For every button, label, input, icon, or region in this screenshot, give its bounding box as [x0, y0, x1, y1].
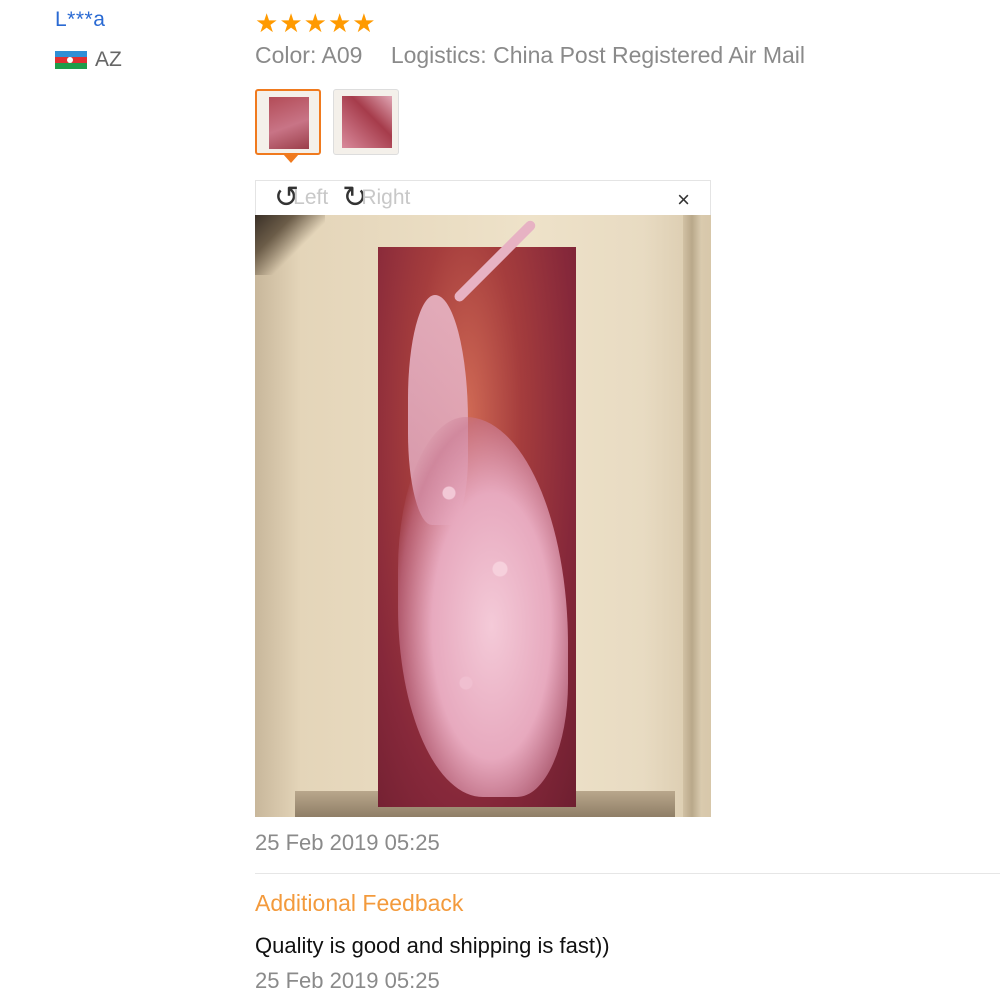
- logistics-label: Logistics:: [390, 42, 487, 68]
- photo-viewer: ↺ Left ↻ Right ×: [255, 180, 711, 817]
- star-icon: ★: [352, 8, 376, 38]
- color-value: A09: [321, 42, 363, 68]
- star-rating: ★ ★ ★ ★ ★: [255, 10, 1000, 36]
- star-icon: ★: [327, 8, 352, 38]
- star-icon: ★: [279, 8, 303, 38]
- divider: [255, 873, 1000, 874]
- rotate-left-label: Left: [293, 186, 329, 209]
- star-icon: ★: [255, 8, 279, 38]
- reviewer-country: AZ: [55, 48, 122, 72]
- reviewer-info: L***a AZ: [55, 8, 122, 72]
- rotate-right-label: Right: [361, 186, 411, 209]
- rotate-left-button[interactable]: ↺ Left: [274, 183, 328, 213]
- photo-thumbnails: [255, 89, 1000, 163]
- logistics-value: China Post Registered Air Mail: [493, 42, 805, 68]
- order-info: Color: A09 Logistics: China Post Registe…: [255, 42, 1000, 69]
- additional-feedback-title: Additional Feedback: [255, 890, 464, 916]
- review-photo-thumbnail-2[interactable]: [333, 89, 399, 155]
- additional-feedback-date: 25 Feb 2019 05:25: [255, 968, 440, 993]
- star-icon: ★: [303, 8, 327, 38]
- review-date: 25 Feb 2019 05:25: [255, 830, 440, 855]
- additional-feedback-text: Quality is good and shipping is fast)): [255, 933, 610, 958]
- viewer-toolbar: ↺ Left ↻ Right ×: [255, 180, 711, 215]
- azerbaijan-flag-icon: [55, 51, 87, 69]
- country-code: AZ: [95, 48, 122, 71]
- color-label: Color:: [255, 42, 317, 68]
- review-photo: [255, 215, 711, 817]
- rotate-right-button[interactable]: ↻ Right: [342, 183, 410, 213]
- reviewer-name[interactable]: L***a: [55, 8, 122, 32]
- ballerina-painting-image: [378, 218, 576, 807]
- close-icon[interactable]: ×: [677, 187, 690, 213]
- review-photo-thumbnail-1[interactable]: [255, 89, 321, 163]
- review-body: ★ ★ ★ ★ ★ Color: A09 Logistics: China Po…: [255, 10, 1000, 163]
